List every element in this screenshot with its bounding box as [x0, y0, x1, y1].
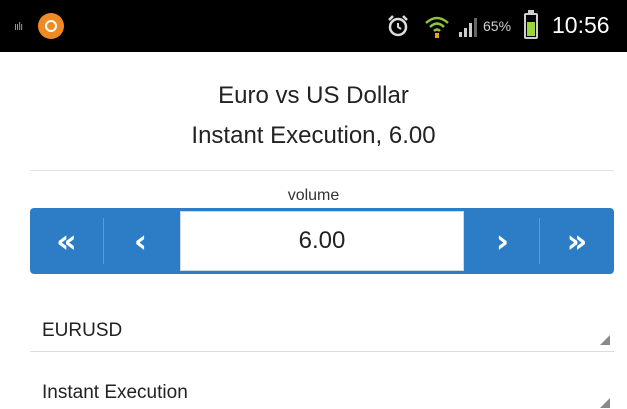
- data-icon: ıılı: [14, 20, 23, 33]
- symbol-select[interactable]: EURUSD: [30, 310, 614, 352]
- decrease-button[interactable]: ‹: [104, 208, 177, 274]
- increase-fast-button[interactable]: »: [540, 208, 614, 274]
- decrease-fast-button[interactable]: «: [30, 208, 103, 274]
- volume-input[interactable]: 6.00: [180, 211, 464, 271]
- symbol-title: Euro vs US Dollar: [218, 82, 409, 109]
- dropdown-caret-icon: [600, 335, 610, 345]
- volume-label: volume: [287, 187, 340, 204]
- alarm-icon: [388, 15, 408, 37]
- battery-percent: 65%: [483, 18, 512, 34]
- symbol-select-value: EURUSD: [42, 320, 123, 341]
- dropdown-caret-icon: [600, 398, 610, 408]
- order-subtitle: Instant Execution, 6.00: [191, 122, 436, 149]
- status-bar: ıılı 65% 10:56: [0, 0, 627, 52]
- execution-type-select[interactable]: Instant Execution: [30, 372, 614, 409]
- clock: 10:56: [552, 12, 610, 38]
- divider: [30, 170, 614, 171]
- wifi-icon: [425, 16, 449, 38]
- signal-icon: [459, 18, 477, 37]
- volume-stepper: « ‹ 6.00 › »: [30, 208, 614, 274]
- execution-select-value: Instant Execution: [42, 382, 188, 403]
- app-notification-icon: [38, 13, 64, 39]
- increase-button[interactable]: ›: [466, 208, 539, 274]
- battery-icon: [524, 10, 538, 39]
